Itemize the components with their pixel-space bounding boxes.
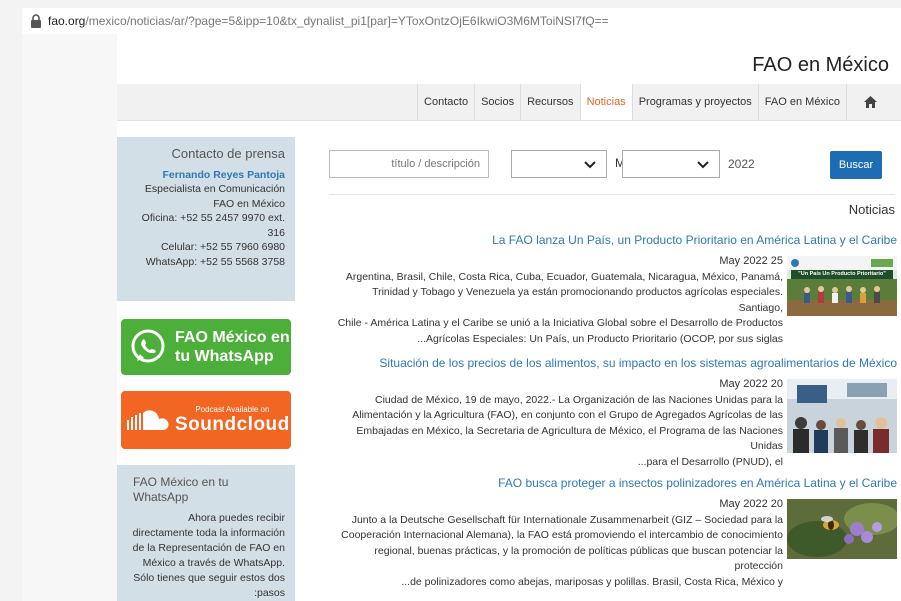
search-form: M 2022 Buscar — [329, 150, 899, 180]
news-thumbnail[interactable] — [787, 379, 897, 453]
press-role: Especialista en Comunicación — [144, 183, 285, 195]
news-item: La FAO lanza Un País, un Producto Priori… — [327, 233, 897, 347]
news-title-link[interactable]: La FAO lanza Un País, un Producto Priori… — [327, 233, 897, 247]
news-excerpt-line: ...para el Desarrollo (PNUD), el — [637, 455, 783, 468]
news-excerpt-line: ...de polinizadores como abejas, maripos… — [401, 575, 783, 588]
news-excerpt-line: Argentina, Brasil, Chile, Costa Rica, Cu… — [345, 270, 783, 283]
whatsapp-info-title: FAO México en tu WhatsApp — [133, 475, 229, 504]
whatsapp-banner-line1: FAO México en — [175, 329, 290, 346]
search-input[interactable] — [329, 150, 489, 178]
whatsapp-info-line: de la Representación de FAO en — [132, 542, 285, 554]
main-nav: Contacto Socios Recursos Noticias Progra… — [117, 84, 901, 121]
press-ext: 316 — [267, 226, 285, 239]
nav-home-button[interactable] — [846, 84, 893, 120]
news-date: May 2022 20 — [719, 498, 783, 510]
divider — [329, 194, 895, 195]
press-office: Oficina: +52 55 2457 9970 ext. — [141, 212, 285, 224]
news-item: FAO busca proteger a insectos polinizado… — [327, 476, 897, 590]
news-date: May 2022 25 — [719, 255, 783, 267]
press-org: FAO en México — [213, 197, 285, 210]
news-excerpt-line: regional, buenas prácticas, y la promoci… — [374, 544, 783, 573]
month-select[interactable] — [622, 150, 720, 178]
news-excerpt-line: Alimentación y la Agricultura (FAO), en … — [352, 409, 783, 421]
news-thumbnail[interactable]: "Un País Un Producto Prioritario" — [787, 256, 897, 316]
url-host: fao.org — [48, 14, 86, 28]
news-excerpt-line: Junto a la Deutsche Gesellschaft für Int… — [351, 513, 783, 526]
whatsapp-info-line: :pasos — [254, 587, 285, 599]
content-area: FAO en México Contacto Socios Recursos N… — [117, 34, 901, 601]
soundcloud-big-text: Soundcloud — [175, 413, 290, 435]
url-path: /mexico/noticias/ar/?page=5&ipp=10&tx_dy… — [85, 14, 609, 28]
news-thumbnail[interactable] — [787, 499, 897, 559]
whatsapp-banner-button[interactable]: FAO México en tu WhatsApp — [121, 319, 291, 375]
browser-window: fao.org/mexico/noticias/ar/?page=5&ipp=1… — [0, 0, 901, 601]
news-excerpt-line: Chile - América Latina y el Caribe se un… — [337, 317, 783, 329]
lock-icon — [31, 14, 41, 28]
nav-item-recursos[interactable]: Recursos — [520, 84, 579, 120]
chevron-down-icon — [584, 161, 596, 169]
whatsapp-banner-line2: tu WhatsApp — [175, 348, 274, 365]
category-select[interactable] — [511, 150, 607, 178]
news-title-link[interactable]: Situación de los precios de los alimento… — [327, 356, 897, 370]
nav-item-noticias[interactable]: Noticias — [579, 84, 632, 120]
news-item: Situación de los precios de los alimento… — [327, 356, 897, 470]
year-label: 2022 — [728, 157, 755, 171]
whatsapp-info-line: Sólo tienes que seguir estos dos — [133, 572, 285, 584]
whatsapp-info-line: directamente toda la información — [132, 527, 285, 539]
thumbnail-caption: "Un País Un Producto Prioritario" — [798, 271, 886, 277]
press-title: Contacto de prensa — [171, 146, 285, 161]
web-page: FAO en México Contacto Socios Recursos N… — [22, 34, 901, 601]
news-excerpt-line: Cooperación Internacional Alemana), la F… — [341, 529, 783, 541]
news-title-link[interactable]: FAO busca proteger a insectos polinizado… — [327, 476, 897, 490]
whatsapp-icon — [131, 329, 165, 363]
site-title[interactable]: FAO en México — [752, 54, 889, 77]
press-whatsapp: WhatsApp: +52 55 5568 3758 — [145, 255, 285, 268]
soundcloud-small-text: Podcast Available on — [195, 404, 270, 414]
home-icon — [863, 96, 877, 108]
nav-item-contacto[interactable]: Contacto — [417, 84, 474, 120]
press-cell: Celular: +52 55 7960 6980 — [160, 241, 285, 253]
news-excerpt-line: Trinidad y Tobago y Venezuela ya están p… — [372, 286, 783, 314]
news-excerpt-line: Ciudad de México, 19 de mayo, 2022.- La … — [375, 393, 783, 406]
search-button[interactable]: Buscar — [830, 151, 882, 179]
address-bar[interactable]: fao.org/mexico/noticias/ar/?page=5&ipp=1… — [22, 8, 901, 35]
whatsapp-info-line: México a través de WhatsApp. — [142, 557, 285, 569]
soundcloud-banner-button[interactable]: Podcast Available on Soundcloud — [121, 391, 291, 449]
news-excerpt-line: Embajadas en México, la Secretaria de Ag… — [356, 424, 783, 453]
press-contact-box: Contacto de prensa Fernando Reyes Pantoj… — [117, 137, 295, 301]
whatsapp-info-box: FAO México en tu WhatsApp Ahora puedes r… — [117, 465, 295, 601]
nav-item-programas[interactable]: Programas y proyectos — [631, 84, 758, 120]
nav-item-socios[interactable]: Socios — [474, 84, 520, 120]
whatsapp-info-line: Ahora puedes recibir — [188, 512, 285, 524]
press-name[interactable]: Fernando Reyes Pantoja — [123, 168, 285, 183]
section-title: Noticias — [848, 202, 895, 217]
nav-item-fao-mexico[interactable]: FAO en México — [757, 84, 846, 120]
chevron-down-icon — [697, 161, 709, 169]
news-date: May 2022 20 — [719, 378, 783, 390]
soundcloud-icon — [127, 410, 169, 430]
news-excerpt-line: ...Agrícolas Especiales: Un País, un Pro… — [417, 332, 783, 345]
